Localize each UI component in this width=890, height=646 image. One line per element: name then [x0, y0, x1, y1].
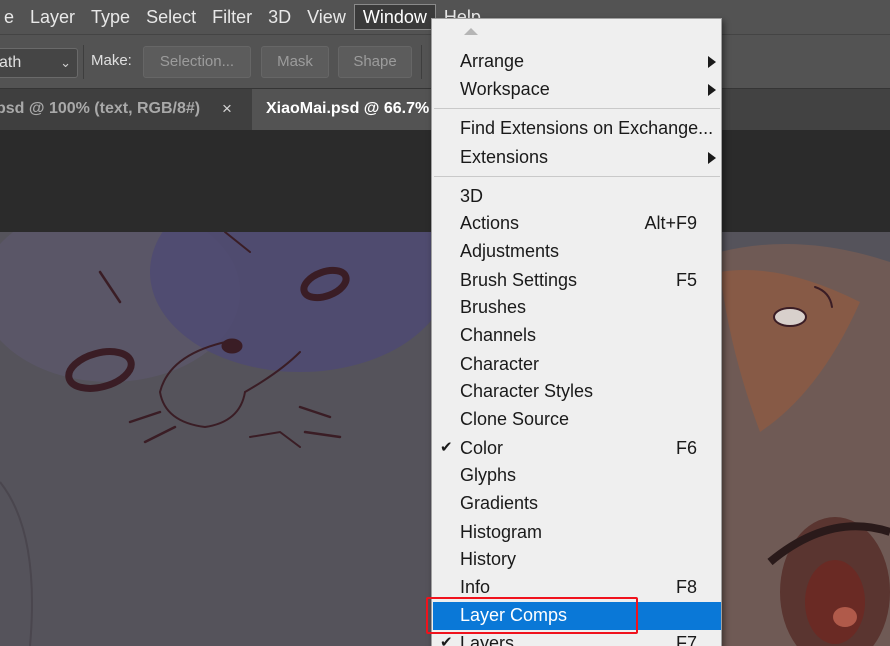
menu-item-label: Workspace [460, 79, 550, 99]
menu-item-history[interactable]: History [433, 546, 721, 574]
menu-item-shortcut: F5 [675, 270, 697, 290]
menu-item-label: Histogram [460, 522, 543, 542]
menu-item-character[interactable]: Character [433, 351, 721, 379]
close-icon[interactable]: × [222, 89, 232, 129]
tab-text-document[interactable]: psd @ 100% (text, RGB/8#) × [0, 89, 252, 131]
menu-item-shortcut: F8 [675, 577, 697, 597]
menu-type[interactable]: Type [83, 4, 138, 30]
menu-item-brush-settings[interactable]: Brush Settings F5 [433, 267, 721, 295]
menu-item-label: 3D [460, 186, 484, 206]
menu-divider [434, 176, 720, 177]
menu-item-label: Glyphs [460, 465, 517, 485]
submenu-arrow-icon [708, 56, 716, 68]
menu-view[interactable]: View [299, 4, 354, 30]
menu-item-label: Layers [460, 633, 515, 646]
menu-item-channels[interactable]: Channels [433, 322, 721, 350]
menu-item-shortcut: Alt+F9 [644, 213, 697, 233]
make-mask-button[interactable]: Mask [261, 46, 329, 78]
window-menu: Arrange Workspace Find Extensions on Exc… [431, 18, 722, 646]
menu-item-label: Gradients [460, 493, 539, 513]
menu-item-label: Adjustments [460, 241, 560, 261]
menu-item-glyphs[interactable]: Glyphs [433, 462, 721, 490]
submenu-arrow-icon [708, 84, 716, 96]
tab-xiaomai-document[interactable]: XiaoMai.psd @ 66.7% [252, 89, 442, 131]
menu-item-histogram[interactable]: Histogram [433, 519, 721, 547]
tab-label: XiaoMai.psd @ 66.7% [266, 100, 430, 117]
menu-item-3d[interactable]: 3D [433, 183, 721, 211]
menu-item-character-styles[interactable]: Character Styles [433, 378, 721, 406]
menu-item-label: Brush Settings [460, 270, 578, 290]
menu-item-label: Brushes [460, 297, 527, 317]
annotation-highlight-box [426, 597, 638, 634]
make-shape-button[interactable]: Shape [338, 46, 412, 78]
menu-item-color[interactable]: ✔ Color F6 [433, 435, 721, 463]
submenu-arrow-icon [708, 152, 716, 164]
make-label: Make: [91, 52, 132, 69]
menu-item-workspace[interactable]: Workspace [433, 76, 721, 104]
menu-item-label: Find Extensions on Exchange... [460, 118, 714, 138]
menu-item-label: Clone Source [460, 409, 570, 429]
menu-item-label: Color [460, 438, 504, 458]
menu-item-adjustments[interactable]: Adjustments [433, 238, 721, 266]
menu-item-label: Actions [460, 213, 520, 233]
menu-item-label: Channels [460, 325, 537, 345]
menu-item-arrange[interactable]: Arrange [433, 48, 721, 76]
menu-item-label: Arrange [460, 51, 525, 71]
tool-mode-select[interactable]: ath ⌄ [0, 48, 78, 78]
menu-filter[interactable]: Filter [204, 4, 260, 30]
menu-item-label: Character [460, 354, 540, 374]
menu-item-extensions[interactable]: Extensions [433, 144, 721, 172]
tool-mode-value: ath [0, 54, 22, 71]
menu-item-actions[interactable]: Actions Alt+F9 [433, 210, 721, 238]
menu-item-clone-source[interactable]: Clone Source [433, 406, 721, 434]
checkmark-icon: ✔ [440, 634, 453, 646]
scroll-up-icon[interactable] [464, 28, 478, 35]
menu-divider [434, 108, 720, 109]
checkmark-icon: ✔ [440, 439, 453, 456]
menu-item-shortcut: F6 [675, 438, 697, 458]
toolbar-divider [421, 45, 422, 79]
menu-edit[interactable]: e [0, 4, 22, 30]
make-selection-button[interactable]: Selection... [143, 46, 251, 78]
toolbar-divider [83, 45, 84, 79]
chevron-down-icon: ⌄ [60, 55, 71, 70]
menu-item-brushes[interactable]: Brushes [433, 294, 721, 322]
menu-item-shortcut: F7 [675, 633, 697, 646]
menu-item-gradients[interactable]: Gradients [433, 490, 721, 518]
menu-layer[interactable]: Layer [22, 4, 83, 30]
menu-item-label: Info [460, 577, 491, 597]
menu-item-label: History [460, 549, 517, 569]
menu-select[interactable]: Select [138, 4, 204, 30]
menu-item-label: Extensions [460, 147, 549, 167]
menu-item-find-extensions[interactable]: Find Extensions on Exchange... [433, 115, 721, 143]
menu-window[interactable]: Window [353, 4, 436, 30]
menu-3d[interactable]: 3D [260, 4, 299, 30]
menu-item-label: Character Styles [460, 381, 594, 401]
tab-label: psd @ 100% (text, RGB/8#) [0, 100, 201, 117]
